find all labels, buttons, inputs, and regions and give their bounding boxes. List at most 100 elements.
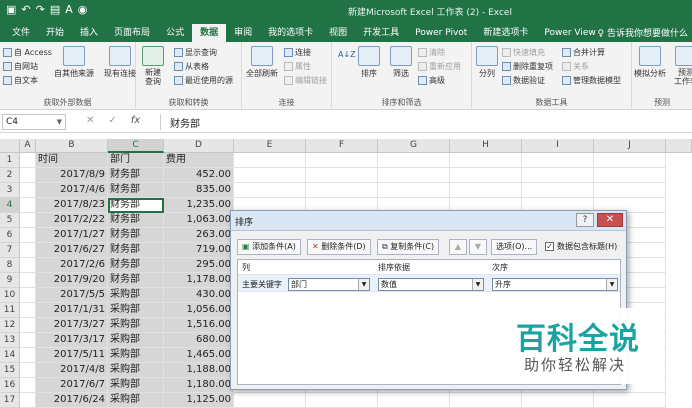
cell-d[interactable]: 1,188.00 [164,363,234,378]
cell-c[interactable]: 采购部 [108,333,164,348]
cell-empty[interactable] [20,348,36,363]
column-header-j[interactable]: J [594,139,666,153]
column-header-b[interactable]: B [36,139,108,153]
cell-d[interactable]: 719.00 [164,243,234,258]
cell-d[interactable]: 费用 [164,153,234,168]
cell-empty[interactable] [378,183,450,198]
relationships-button[interactable]: 关系 [562,61,589,72]
row-header[interactable]: 3 [0,183,20,198]
save-icon[interactable]: ▣ [6,3,16,16]
cell-c[interactable]: 财务部 [108,273,164,288]
cell-b[interactable]: 2017/5/11 [36,348,108,363]
print-preview-icon[interactable]: ▤ [50,3,60,16]
cell-c[interactable]: 财务部 [108,213,164,228]
cell-empty[interactable] [378,393,450,408]
row-header[interactable]: 7 [0,243,20,258]
cell-b[interactable]: 2017/6/24 [36,393,108,408]
cell-c[interactable]: 采购部 [108,318,164,333]
cell-d[interactable]: 1,125.00 [164,393,234,408]
from-other-sources-button[interactable]: 自其他来源 [54,46,94,79]
consolidate-button[interactable]: 合并计算 [562,47,605,58]
what-if-analysis-button[interactable]: 模拟分析 [634,46,666,79]
remove-duplicates-button[interactable]: 删除重复项 [502,61,553,72]
column-header-c[interactable]: C [108,139,164,153]
cell-empty[interactable] [378,153,450,168]
cell-empty[interactable] [20,258,36,273]
cell-d[interactable]: 1,178.00 [164,273,234,288]
forecast-sheet-button[interactable]: 预测 工作表 [674,46,692,86]
cell-empty[interactable] [20,303,36,318]
cell-empty[interactable] [594,183,666,198]
sort-order-select[interactable]: 升序 ▼ [492,278,618,291]
row-header[interactable]: 9 [0,273,20,288]
column-header-i[interactable]: I [522,139,594,153]
cell-c[interactable]: 采购部 [108,348,164,363]
column-header-f[interactable]: F [306,139,378,153]
tab-5[interactable]: 数据 [192,24,227,42]
new-query-button[interactable]: 新建 查询 [142,46,164,86]
cell-empty[interactable] [522,393,594,408]
row-header[interactable]: 14 [0,348,20,363]
tab-0[interactable]: 文件 [4,24,38,42]
cell-d[interactable]: 1,056.00 [164,303,234,318]
options-button[interactable]: 选项(O)... [491,239,538,255]
row-header[interactable]: 6 [0,228,20,243]
move-down-button[interactable]: ▼ [469,239,487,255]
cell-empty[interactable] [20,363,36,378]
cell-empty[interactable] [594,393,666,408]
sort-on-select[interactable]: 数值 ▼ [378,278,484,291]
from-text-button[interactable]: 自文本 [3,75,38,86]
show-queries-button[interactable]: 显示查询 [174,47,217,58]
close-button[interactable]: ✕ [597,213,623,227]
cell-empty[interactable] [450,168,522,183]
column-header-e[interactable]: E [234,139,306,153]
cell-b[interactable]: 2017/3/17 [36,333,108,348]
tell-me-box[interactable]: ♀ 告诉我你想要做什么 [598,26,688,39]
cell-c[interactable]: 财务部 [108,198,164,213]
properties-button[interactable]: 属性 [284,61,311,72]
cell-empty[interactable] [234,168,306,183]
cell-d[interactable]: 835.00 [164,183,234,198]
row-header[interactable]: 12 [0,318,20,333]
row-header[interactable]: 8 [0,258,20,273]
cell-c[interactable]: 财务部 [108,168,164,183]
cell-d[interactable]: 430.00 [164,288,234,303]
cell-empty[interactable] [522,153,594,168]
refresh-all-button[interactable]: 全部刷新 [246,46,278,79]
reapply-filter-button[interactable]: 重新应用 [418,61,461,72]
cell-c[interactable]: 财务部 [108,258,164,273]
cell-empty[interactable] [20,228,36,243]
tab-6[interactable]: 审阅 [226,24,260,42]
cell-b[interactable]: 2017/8/9 [36,168,108,183]
cell-b[interactable]: 2017/9/20 [36,273,108,288]
edit-links-button[interactable]: 编辑链接 [284,75,327,86]
cell-empty[interactable] [522,168,594,183]
filter-button[interactable]: 筛选 [390,46,412,79]
tab-10[interactable]: Power Pivot [407,24,475,42]
checkbox-checked-icon[interactable]: ✓ [545,242,554,251]
select-all-corner[interactable] [0,139,20,153]
tab-1[interactable]: 开始 [38,24,72,42]
column-header-h[interactable]: H [450,139,522,153]
sort-level-row[interactable]: 主要关键字 部门 ▼ 数值 ▼ 升序 ▼ [238,274,620,292]
formula-input[interactable]: 财务部 [170,115,200,130]
cell-b[interactable]: 时间 [36,153,108,168]
cell-d[interactable]: 1,235.00 [164,198,234,213]
cell-empty[interactable] [20,333,36,348]
cell-c[interactable]: 财务部 [108,183,164,198]
cell-c[interactable]: 采购部 [108,303,164,318]
cell-d[interactable]: 680.00 [164,333,234,348]
cancel-icon[interactable]: ✕ [86,115,94,126]
cell-c[interactable]: 采购部 [108,288,164,303]
manage-data-model-button[interactable]: 管理数据模型 [562,75,621,86]
from-web-button[interactable]: 自网站 [3,61,38,72]
cell-empty[interactable] [450,393,522,408]
sort-button[interactable]: 排序 [358,46,380,79]
cell-empty[interactable] [20,393,36,408]
cell-empty[interactable] [20,318,36,333]
cell-c[interactable]: 采购部 [108,378,164,393]
cell-empty[interactable] [306,168,378,183]
tab-7[interactable]: 我的选项卡 [260,24,321,42]
cell-c[interactable]: 财务部 [108,243,164,258]
text-to-columns-button[interactable]: 分列 [476,46,498,79]
